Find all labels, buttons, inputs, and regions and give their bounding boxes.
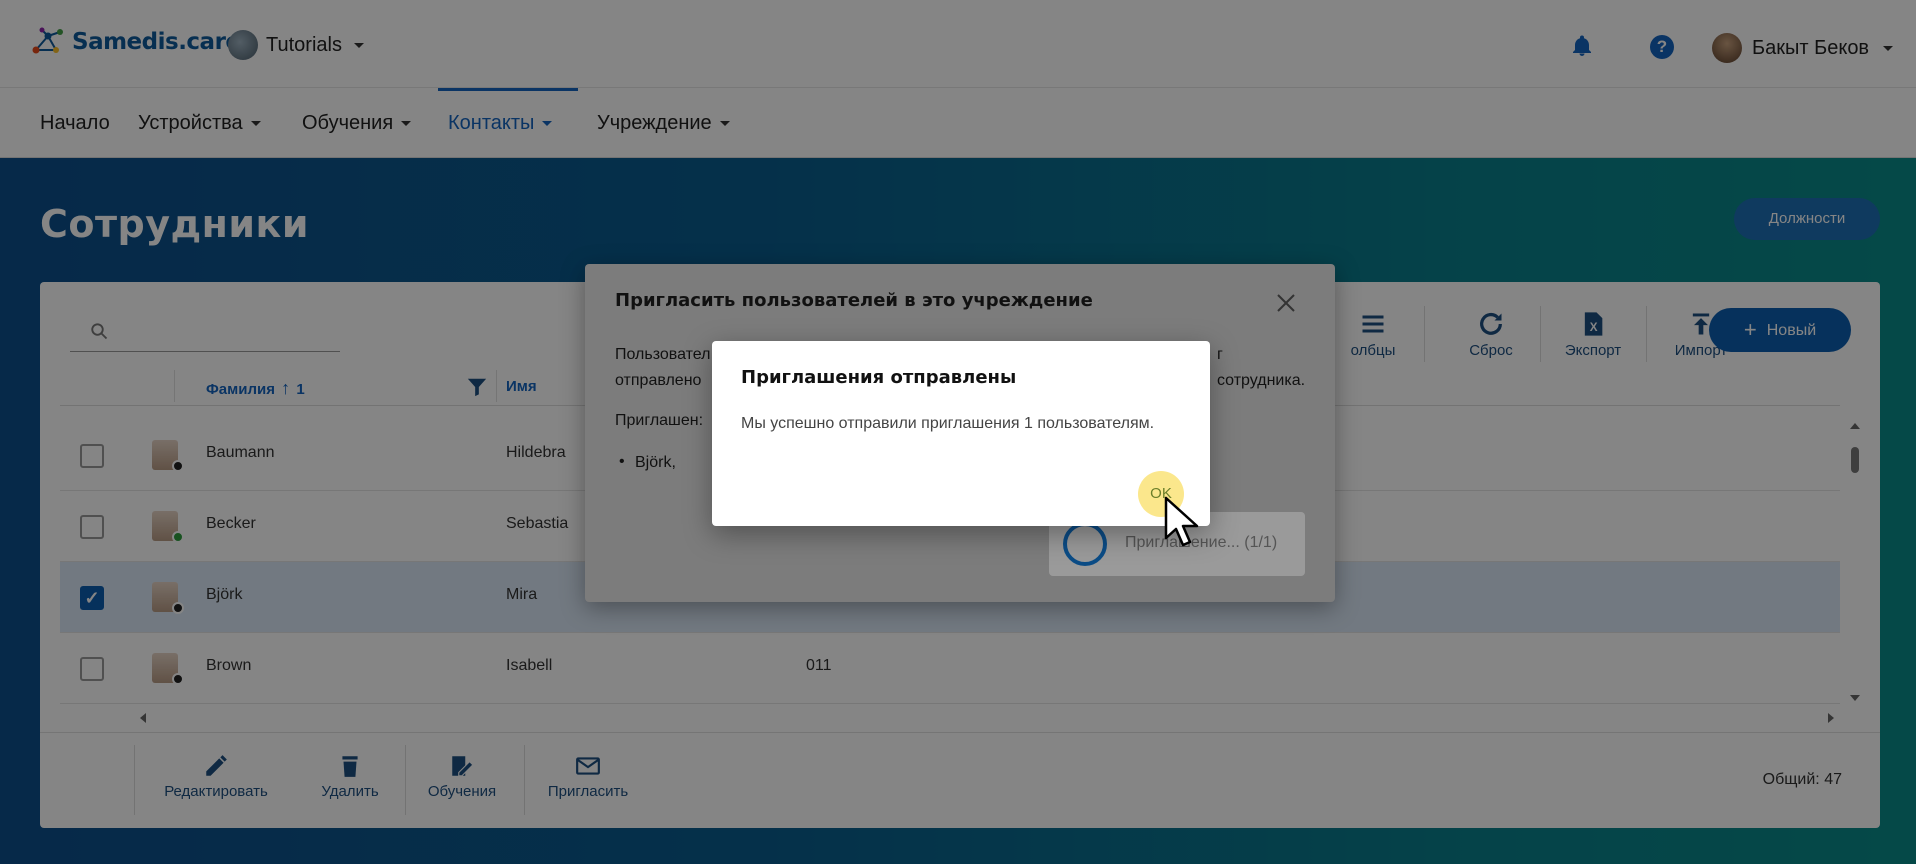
- invited-label: Приглашен:: [615, 412, 704, 429]
- spinner-icon: [1063, 522, 1107, 566]
- description-line2-start: отправлено: [615, 372, 702, 389]
- description-line1-start: Пользовател: [615, 346, 711, 363]
- description-line2-end: сотрудника.: [1217, 372, 1306, 389]
- invited-list-item: Björk,: [619, 453, 676, 472]
- dialog-title: Пригласить пользователей в это учреждени…: [615, 290, 1093, 311]
- close-icon[interactable]: [1275, 292, 1297, 314]
- dialog-title: Приглашения отправлены: [741, 367, 1017, 388]
- invites-sent-dialog: Приглашения отправлены Мы успешно отправ…: [712, 341, 1210, 526]
- description-line1-end: г: [1217, 346, 1223, 363]
- progress-label: Приглашение... (1/1): [1125, 534, 1278, 551]
- mouse-pointer-icon: [1164, 496, 1199, 547]
- dialog-message: Мы успешно отправили приглашения 1 польз…: [741, 415, 1155, 432]
